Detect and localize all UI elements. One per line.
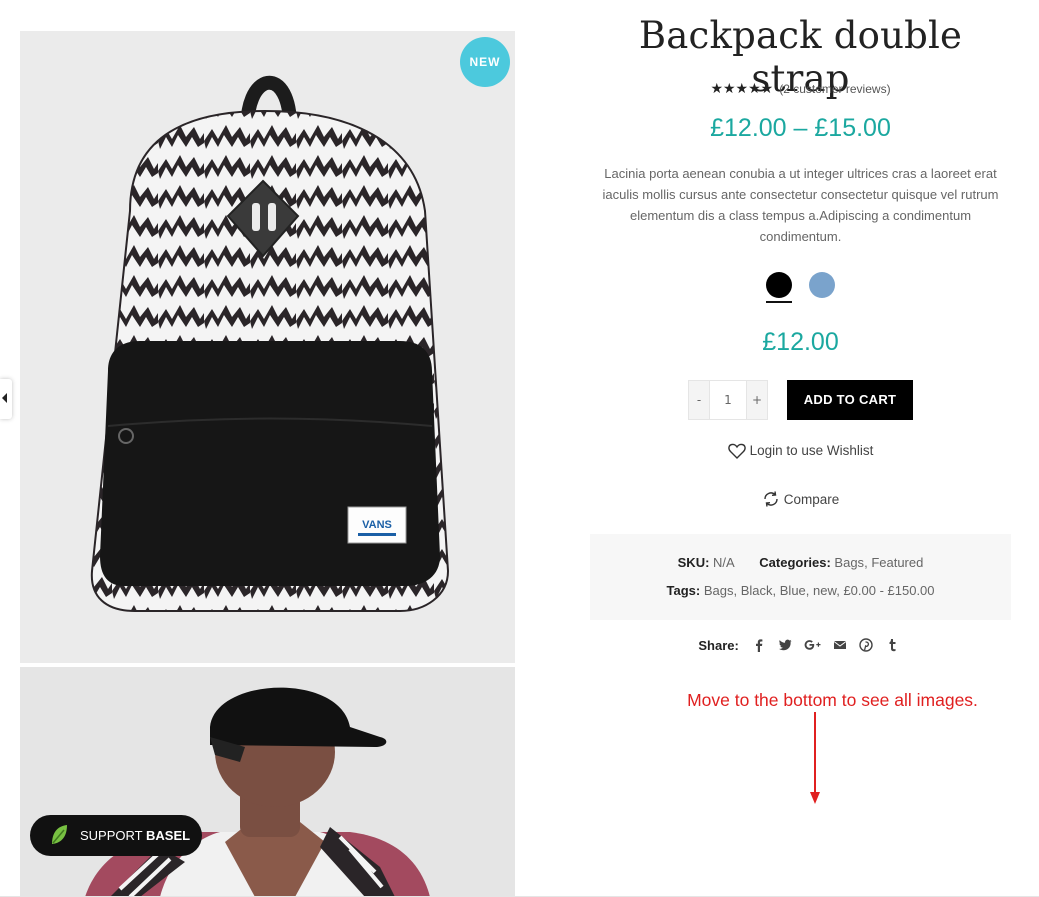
tags-label: Tags: bbox=[666, 583, 701, 598]
heart-icon bbox=[727, 443, 746, 459]
quantity-plus-button[interactable]: + bbox=[746, 381, 767, 419]
tag-link[interactable]: £0.00 - £150.00 bbox=[843, 583, 934, 598]
product-description: Lacinia porta aenean conubia a ut intege… bbox=[602, 166, 999, 244]
category-link[interactable]: Featured bbox=[871, 555, 923, 570]
tag-link[interactable]: new bbox=[813, 583, 836, 598]
leaf-icon bbox=[52, 825, 67, 844]
support-prefix: SUPPORT bbox=[80, 828, 143, 843]
backpack-illustration: VANS bbox=[20, 31, 515, 663]
compare-icon bbox=[764, 491, 778, 507]
tag-link[interactable]: Blue bbox=[780, 583, 806, 598]
price-range: £12.00 – £15.00 bbox=[710, 114, 891, 142]
share-bar: Share: bbox=[590, 638, 1011, 653]
category-link[interactable]: Bags bbox=[834, 555, 864, 570]
compare-link[interactable]: Compare bbox=[590, 490, 1011, 508]
reviews-link[interactable]: (2 customer reviews) bbox=[779, 82, 890, 96]
twitter-icon[interactable] bbox=[778, 638, 792, 652]
tumblr-icon[interactable] bbox=[885, 638, 899, 652]
compare-label: Compare bbox=[783, 492, 840, 507]
new-badge: NEW bbox=[460, 37, 510, 87]
product-image-main[interactable]: VANS NEW bbox=[20, 31, 515, 663]
model-illustration bbox=[20, 667, 515, 897]
pinterest-icon[interactable] bbox=[859, 638, 873, 652]
tag-link[interactable]: Black bbox=[741, 583, 773, 598]
tag-link[interactable]: Bags bbox=[704, 583, 734, 598]
add-to-cart-button[interactable]: ADD TO CART bbox=[787, 380, 913, 420]
swatch-black[interactable] bbox=[766, 272, 792, 298]
product-image-model[interactable] bbox=[20, 667, 515, 897]
support-basel-button[interactable]: SUPPORT BASEL bbox=[30, 815, 202, 856]
quantity-stepper: - 1 + bbox=[688, 380, 768, 420]
svg-text:VANS: VANS bbox=[362, 519, 392, 531]
annotation-hint: Move to the bottom to see all images. bbox=[687, 690, 978, 710]
quantity-minus-button[interactable]: - bbox=[689, 381, 710, 419]
email-icon[interactable] bbox=[833, 638, 847, 652]
share-label: Share: bbox=[698, 638, 739, 653]
product-meta: SKU: N/A Categories: Bags, Featured Tags… bbox=[590, 534, 1011, 620]
support-brand: BASEL bbox=[146, 828, 191, 843]
selected-price: £12.00 bbox=[762, 328, 839, 356]
down-arrow-icon bbox=[810, 712, 820, 804]
color-swatches bbox=[766, 272, 846, 303]
star-rating-icon: ★★★★★ bbox=[710, 80, 774, 96]
sku-label: SKU: bbox=[677, 555, 710, 570]
categories-label: Categories: bbox=[759, 555, 831, 570]
swatch-blue[interactable] bbox=[809, 272, 835, 298]
rating: ★★★★★ (2 customer reviews) bbox=[590, 80, 1011, 97]
google-plus-icon[interactable] bbox=[804, 638, 822, 652]
wishlist-link[interactable]: Login to use Wishlist bbox=[590, 443, 1011, 459]
facebook-icon[interactable] bbox=[752, 638, 766, 652]
sku-value: N/A bbox=[713, 555, 735, 570]
wishlist-label: Login to use Wishlist bbox=[749, 443, 874, 458]
sidebar-toggle[interactable] bbox=[0, 379, 12, 419]
swatch-selected-indicator bbox=[766, 301, 792, 303]
quantity-input[interactable]: 1 bbox=[710, 381, 746, 419]
caret-left-icon bbox=[2, 393, 7, 403]
